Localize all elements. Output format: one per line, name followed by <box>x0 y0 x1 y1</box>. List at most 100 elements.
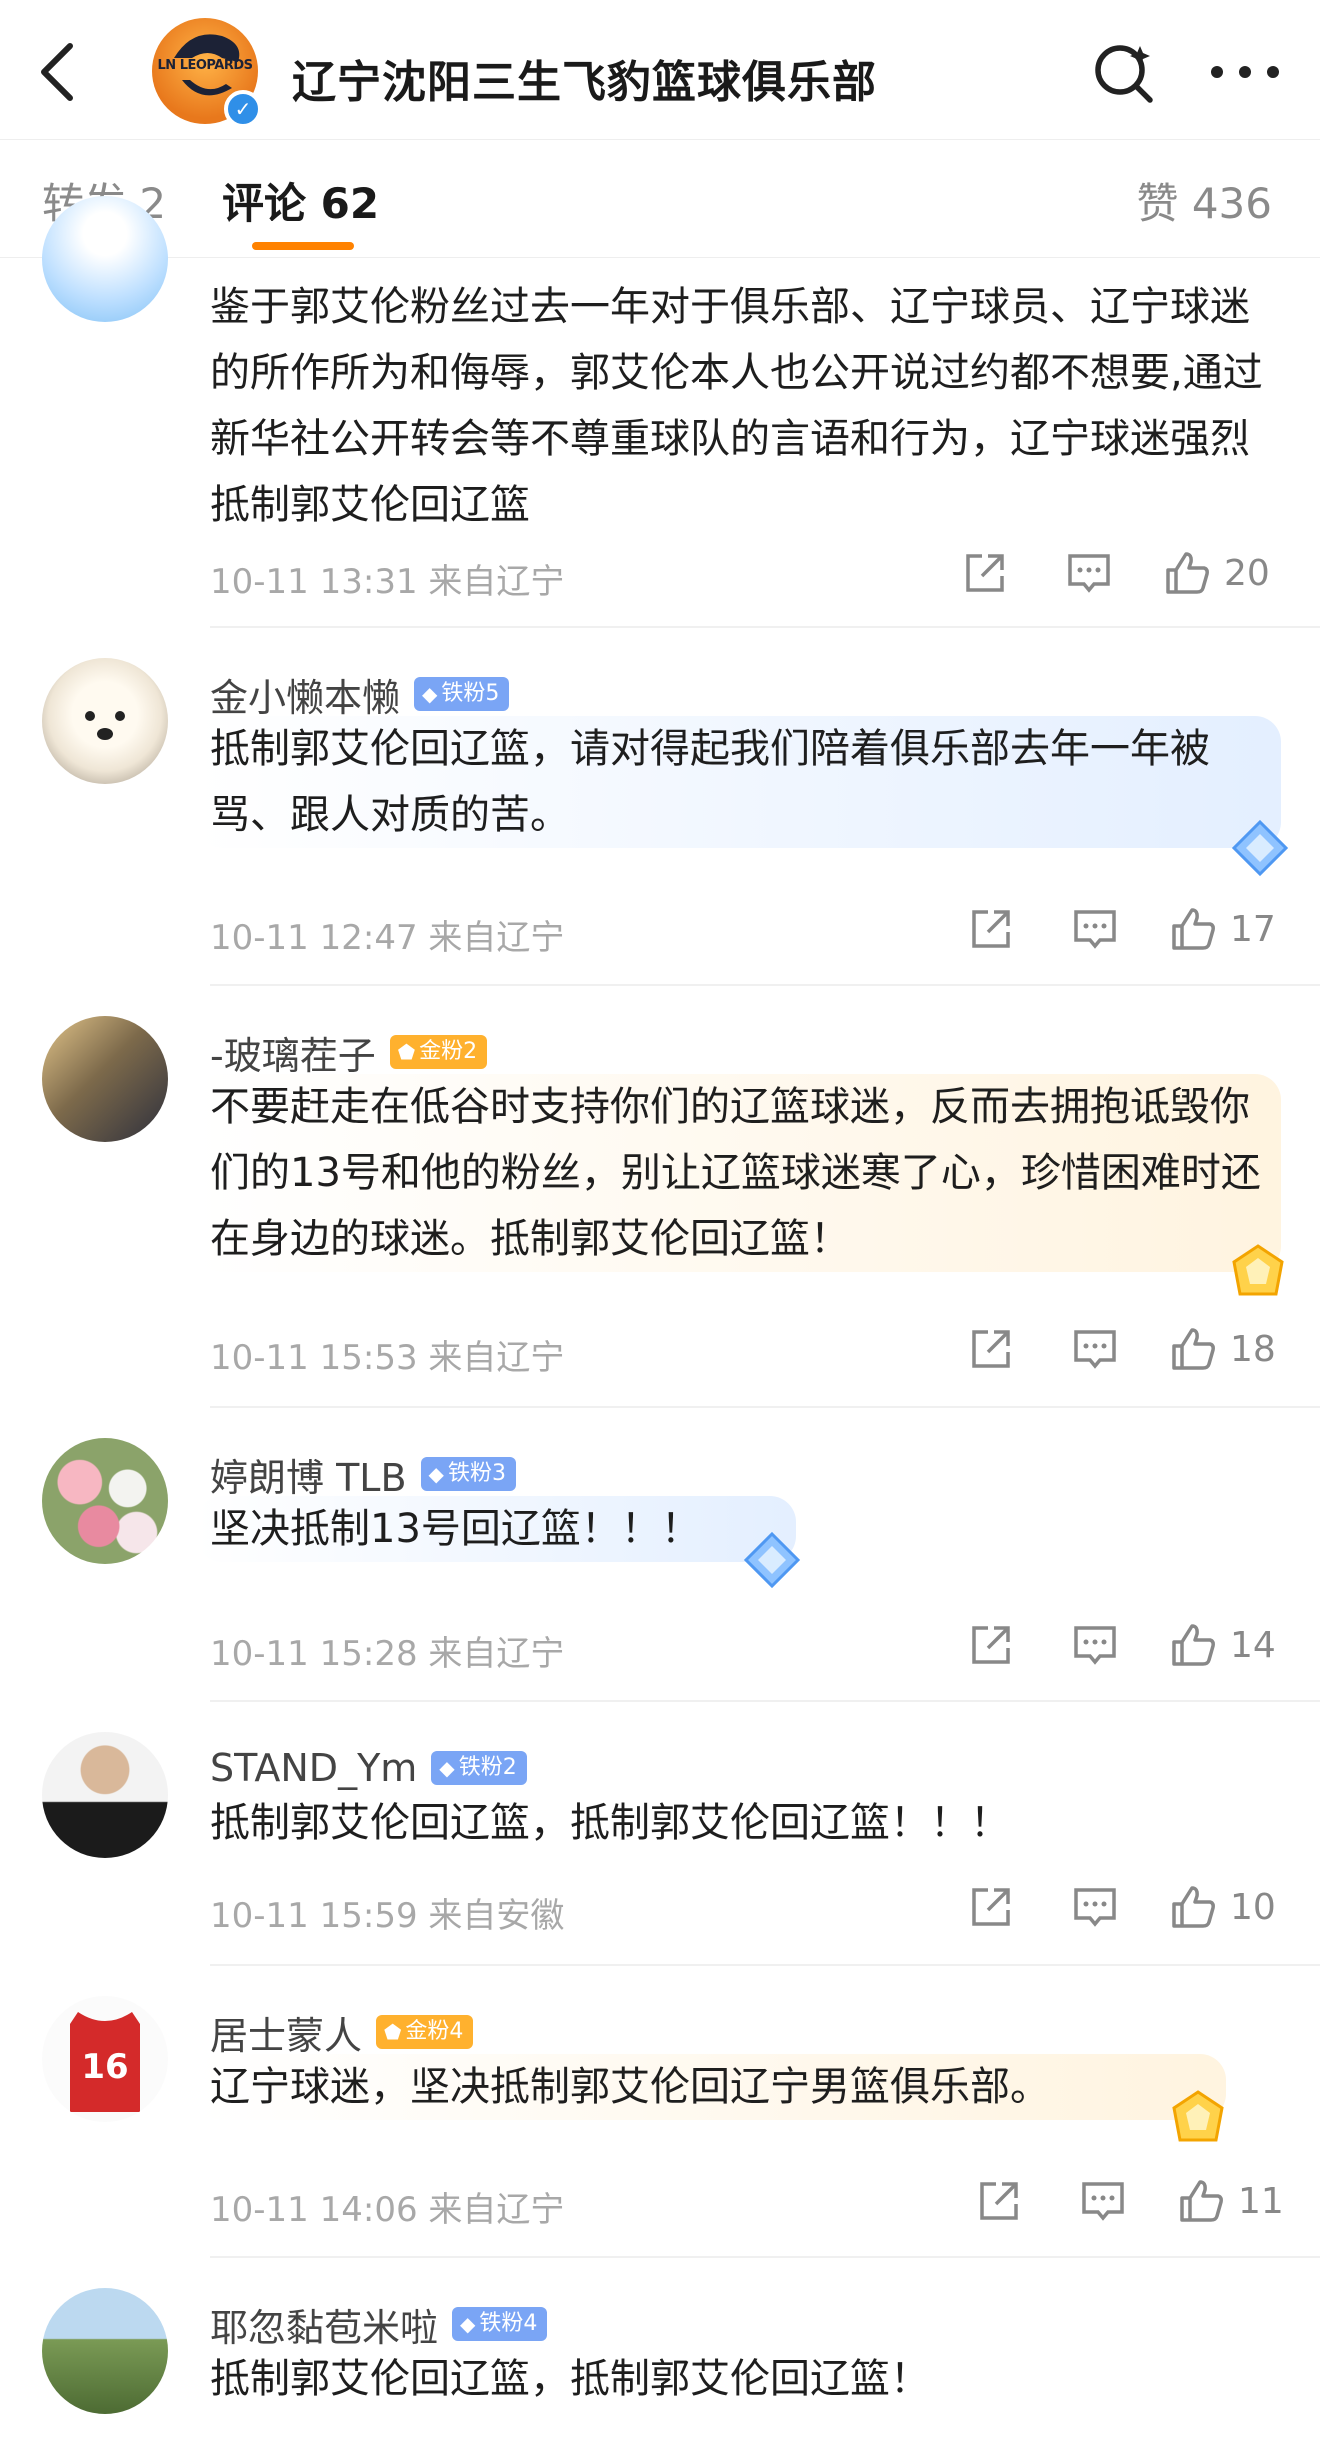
badge-label: 铁粉5 <box>441 681 500 706</box>
like-icon <box>1166 552 1209 594</box>
fan-badge: ⬟ 金粉4 <box>376 2015 474 2049</box>
comment-actions: 11 <box>976 2178 1284 2224</box>
divider <box>210 2256 1320 2258</box>
like-icon <box>1180 2180 1223 2222</box>
tab-bar: 转发 2 评论 62 赞 436 <box>0 140 1320 258</box>
comment-icon[interactable] <box>1072 1622 1118 1668</box>
comment-meta: 10-11 15:53 来自辽宁 <box>210 1338 565 1378</box>
comment-item: 鉴于郭艾伦粉丝过去一年对于俱乐部、辽宁球员、辽宁球迷的所作所为和侮辱，郭艾伦本人… <box>0 196 1320 628</box>
back-button[interactable] <box>30 38 90 106</box>
diamond-icon <box>1231 819 1289 877</box>
commenter-info: -玻璃茬子 ⬟ 金粉2 <box>210 1024 488 1080</box>
divider <box>210 984 1320 986</box>
commenter-avatar[interactable] <box>42 196 168 322</box>
search-button[interactable] <box>1090 38 1160 108</box>
commenter-avatar[interactable] <box>42 2288 168 2414</box>
share-icon[interactable] <box>968 906 1014 952</box>
like-button[interactable]: 10 <box>1170 1884 1276 1930</box>
comment-item: -玻璃茬子 ⬟ 金粉2 不要赶走在低谷时支持你们的辽篮球迷，反而去拥抱诋毁你们的1… <box>0 1014 1320 1406</box>
fan-badge: ⬟ 金粉2 <box>389 1035 488 1069</box>
comment-icon[interactable] <box>1066 550 1112 596</box>
commenter-avatar[interactable]: 16 <box>42 1996 168 2122</box>
divider <box>210 1406 1320 1408</box>
comment-actions: 14 <box>968 1622 1276 1668</box>
badge-label: 铁粉2 <box>458 1755 517 1780</box>
badge-label: 金粉4 <box>405 2019 464 2044</box>
like-count: 10 <box>1230 1886 1276 1928</box>
like-icon <box>1172 1624 1215 1666</box>
gold-gem-icon: ⬟ <box>384 2020 402 2044</box>
like-count: 17 <box>1230 908 1276 950</box>
commenter-name[interactable]: 金小懒本懒 <box>210 667 400 722</box>
commenter-name[interactable]: 婷朗博 TLB <box>210 1447 407 1502</box>
tab-likes[interactable]: 赞 436 <box>1136 170 1272 231</box>
share-icon[interactable] <box>968 1622 1014 1668</box>
comment-meta: 10-11 12:47 来自辽宁 <box>210 918 565 958</box>
share-icon[interactable] <box>962 550 1008 596</box>
comment-actions: 10 <box>968 1884 1276 1930</box>
comment-text: 不要赶走在低谷时支持你们的辽篮球迷，反而去拥抱诋毁你们的13号和他的粉丝，别让辽… <box>196 1074 1281 1272</box>
comment-icon[interactable] <box>1080 2178 1126 2224</box>
commenter-avatar[interactable] <box>42 1016 168 1142</box>
comment-actions: 17 <box>968 906 1276 952</box>
comment-icon[interactable] <box>1072 1326 1118 1372</box>
search-icon <box>1095 45 1153 103</box>
commenter-info: 金小懒本懒 ◆ 铁粉5 <box>210 666 510 722</box>
fan-badge: ◆ 铁粉2 <box>431 1751 527 1785</box>
divider <box>210 626 1320 628</box>
share-icon[interactable] <box>968 1326 1014 1372</box>
verified-icon: ✓ <box>224 90 262 128</box>
fan-badge: ◆ 铁粉3 <box>420 1457 516 1491</box>
comment-meta: 10-11 14:06 来自辽宁 <box>210 2190 565 2230</box>
comment-item: 耶忽黏苞米啦 ◆ 铁粉4 抵制郭艾伦回辽篮，抵制郭艾伦回辽篮！ <box>0 2286 1320 2437</box>
like-button[interactable]: 14 <box>1170 1622 1276 1668</box>
comment-text: 辽宁球迷，坚决抵制郭艾伦回辽宁男篮俱乐部。 <box>196 2054 1226 2120</box>
comment-text: 鉴于郭艾伦粉丝过去一年对于俱乐部、辽宁球员、辽宁球迷的所作所为和侮辱，郭艾伦本人… <box>210 284 1263 528</box>
back-arrow-icon <box>41 43 73 101</box>
share-icon[interactable] <box>976 2178 1022 2224</box>
commenter-name[interactable]: 居士蒙人 <box>210 2005 362 2060</box>
gold-gem-icon: ⬟ <box>397 1040 416 1064</box>
commenter-name[interactable]: 耶忽黏苞米啦 <box>210 2297 438 2352</box>
fan-badge: ◆ 铁粉5 <box>414 677 510 711</box>
comment-item: 金小懒本懒 ◆ 铁粉5 抵制郭艾伦回辽篮，请对得起我们陪着俱乐部去年一年被骂、跟人… <box>0 656 1320 986</box>
fan-badge: ◆ 铁粉4 <box>452 2307 548 2341</box>
comment-text: 抵制郭艾伦回辽篮，抵制郭艾伦回辽篮！ <box>210 2356 930 2402</box>
divider <box>210 1964 1320 1966</box>
like-button[interactable]: 11 <box>1178 2178 1284 2224</box>
diamond-icon: ◆ <box>439 1756 455 1780</box>
comment-actions: 20 <box>962 550 1270 596</box>
comment-text: 抵制郭艾伦回辽篮，请对得起我们陪着俱乐部去年一年被骂、跟人对质的苦。 <box>196 716 1281 848</box>
share-icon[interactable] <box>968 1884 1014 1930</box>
like-button[interactable]: 17 <box>1170 906 1276 952</box>
logo-text: LN LEOPARDS <box>157 58 253 73</box>
more-button[interactable] <box>1205 52 1285 92</box>
like-count: 14 <box>1230 1624 1276 1666</box>
like-count: 11 <box>1238 2180 1284 2222</box>
like-button[interactable]: 18 <box>1170 1326 1276 1372</box>
more-icon <box>1211 66 1279 78</box>
jersey-avatar-icon: 16 <box>70 2012 140 2112</box>
diamond-icon: ◆ <box>422 682 438 706</box>
comment-meta: 10-11 15:59 来自安徽 <box>210 1896 565 1936</box>
commenter-name[interactable]: -玻璃茬子 <box>210 1025 376 1080</box>
comment-meta: 10-11 13:31 来自辽宁 <box>210 562 565 602</box>
divider <box>210 1700 1320 1702</box>
commenter-name[interactable]: STAND_Ym <box>210 1746 417 1790</box>
comment-icon[interactable] <box>1072 906 1118 952</box>
like-button[interactable]: 20 <box>1164 550 1270 596</box>
account-avatar[interactable]: LN LEOPARDS ✓ <box>152 18 262 128</box>
commenter-avatar[interactable] <box>42 1438 168 1564</box>
like-icon <box>1172 1886 1215 1928</box>
comment-icon[interactable] <box>1072 1884 1118 1930</box>
svg-text:16: 16 <box>81 2047 128 2087</box>
commenter-avatar[interactable] <box>42 658 168 784</box>
commenter-info: STAND_Ym ◆ 铁粉2 <box>210 1740 527 1796</box>
diamond-icon <box>743 1531 801 1589</box>
like-icon <box>1172 1328 1215 1370</box>
comment-item: STAND_Ym ◆ 铁粉2 抵制郭艾伦回辽篮，抵制郭艾伦回辽篮！！！ 10-11… <box>0 1730 1320 1966</box>
top-bar: LN LEOPARDS ✓ 辽宁沈阳三生飞豹篮球俱乐部 <box>0 0 1320 140</box>
commenter-avatar[interactable] <box>42 1732 168 1858</box>
tab-comments[interactable]: 评论 62 <box>222 170 379 231</box>
active-tab-indicator <box>252 242 354 250</box>
